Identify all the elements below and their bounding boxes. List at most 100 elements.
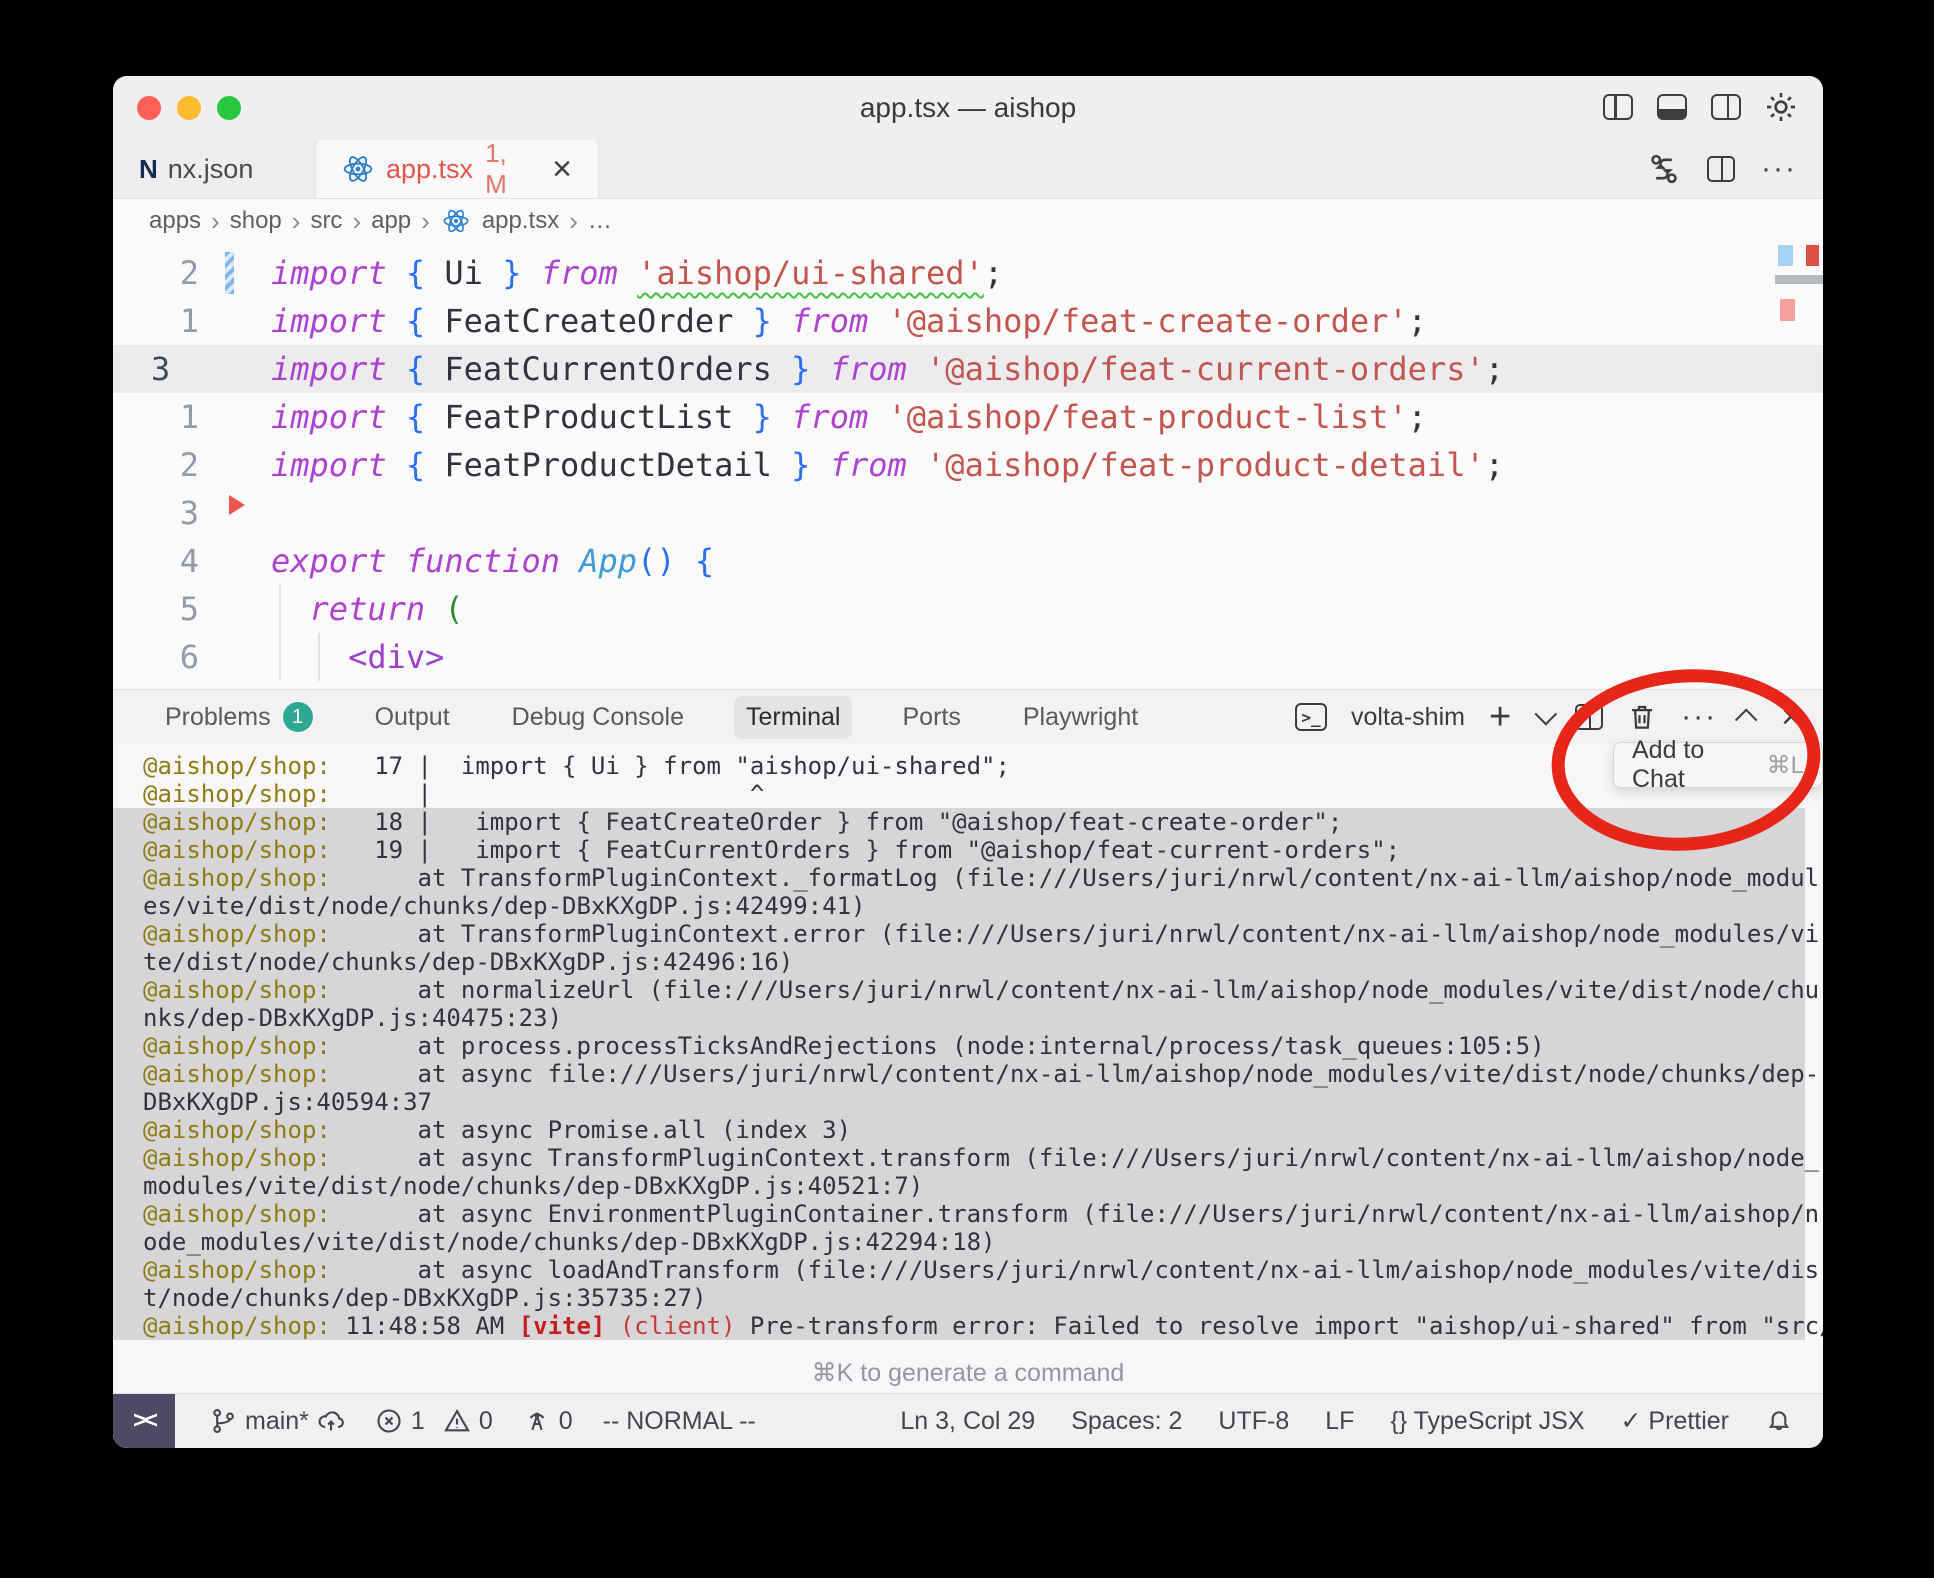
close-panel-icon[interactable]: × — [1781, 700, 1801, 734]
terminal-line[interactable]: modules/vite/dist/node/chunks/dep-DBxKXg… — [113, 1172, 1805, 1200]
terminal-line[interactable]: @aishop/shop: at normalizeUrl (file:///U… — [113, 976, 1805, 1004]
code-line[interactable]: 3import { FeatCurrentOrders } from '@ais… — [113, 345, 1823, 393]
add-to-chat-tooltip[interactable]: Add to Chat ⌘L — [1613, 742, 1823, 788]
terminal-dropdown-icon[interactable] — [1535, 703, 1558, 726]
terminal-line[interactable]: te/dist/node/chunks/dep-DBxKXgDP.js:4249… — [113, 948, 1805, 976]
split-terminal-icon[interactable] — [1575, 704, 1603, 730]
cloud-upload-icon — [317, 1407, 345, 1435]
breadcrumb-item[interactable]: app.tsx — [482, 207, 559, 235]
indentation[interactable]: Spaces: 2 — [1071, 1407, 1182, 1436]
code-line[interactable]: 2import { Ui } from 'aishop/ui-shared'; — [113, 249, 1823, 297]
code-line[interactable]: 4export function App() { — [113, 537, 1823, 585]
tab-label: app.tsx — [386, 154, 473, 185]
line-number[interactable]: 2 — [113, 441, 213, 489]
git-branch-item[interactable]: main* — [209, 1407, 345, 1436]
panel-tab-playwright[interactable]: Playwright — [1011, 696, 1150, 739]
breadcrumb-item[interactable]: app — [371, 207, 411, 235]
editor-actions-more-icon[interactable]: ··· — [1761, 160, 1797, 178]
settings-gear-icon[interactable] — [1765, 91, 1797, 123]
line-number[interactable]: 3 — [113, 345, 213, 393]
title-bar: app.tsx — aishop — [113, 76, 1823, 140]
error-icon — [375, 1407, 403, 1435]
overview-scrollbar[interactable] — [1775, 275, 1823, 284]
code-text: <div> — [213, 633, 444, 681]
code-line[interactable]: 1import { FeatProductList } from '@aisho… — [113, 393, 1823, 441]
line-number[interactable]: 4 — [113, 537, 213, 585]
tab-app-tsx[interactable]: app.tsx 1, M × — [316, 140, 599, 198]
terminal-line[interactable]: t/node/chunks/dep-DBxKXgDP.js:35735:27) — [113, 1284, 1805, 1312]
breadcrumb-item[interactable]: shop — [230, 207, 282, 235]
remote-indicator[interactable]: >< — [113, 1394, 175, 1448]
panel-tab-problems[interactable]: Problems 1 — [153, 695, 325, 739]
breadcrumb-separator-icon: › — [211, 206, 220, 237]
panel-more-actions-icon[interactable]: ··· — [1681, 708, 1717, 726]
terminal-line[interactable]: @aishop/shop: at async file:///Users/jur… — [113, 1060, 1805, 1088]
terminal-line[interactable]: @aishop/shop: at async Promise.all (inde… — [113, 1116, 1805, 1144]
forwarded-ports-count: 0 — [559, 1407, 573, 1436]
kill-terminal-icon[interactable] — [1627, 702, 1657, 732]
terminal-line[interactable]: @aishop/shop: 18 | import { FeatCreateOr… — [113, 808, 1805, 836]
code-editor[interactable]: 2import { Ui } from 'aishop/ui-shared';1… — [113, 243, 1823, 689]
language-mode[interactable]: {} TypeScript JSX — [1390, 1407, 1584, 1436]
encoding[interactable]: UTF-8 — [1218, 1407, 1289, 1436]
toggle-secondary-sidebar-icon[interactable] — [1711, 94, 1741, 120]
add-to-chat-label: Add to Chat — [1632, 736, 1753, 794]
terminal-instance-name[interactable]: volta-shim — [1351, 703, 1465, 732]
terminal-line[interactable]: @aishop/shop: at process.processTicksAnd… — [113, 1032, 1805, 1060]
cursor-position[interactable]: Ln 3, Col 29 — [900, 1407, 1035, 1436]
terminal-line[interactable]: nks/dep-DBxKXgDP.js:40475:23) — [113, 1004, 1805, 1032]
vim-mode-indicator[interactable]: -- NORMAL -- — [603, 1407, 756, 1436]
code-line[interactable]: 3 — [113, 489, 1823, 537]
close-tab-icon[interactable]: × — [552, 152, 572, 186]
breadcrumb-separator-icon: › — [569, 206, 578, 237]
terminal-line[interactable]: @aishop/shop: 19 | import { FeatCurrentO… — [113, 836, 1805, 864]
terminal-line[interactable]: ode_modules/vite/dist/node/chunks/dep-DB… — [113, 1228, 1805, 1256]
terminal-line[interactable]: @aishop/shop: | ^ — [113, 780, 1805, 808]
terminal-line[interactable]: @aishop/shop: 17 | import { Ui } from "a… — [113, 752, 1805, 780]
line-number[interactable]: 2 — [113, 249, 213, 297]
tab-nx-json[interactable]: N nx.json — [113, 140, 316, 198]
terminal-line[interactable]: @aishop/shop: 11:48:58 AM [vite] (client… — [113, 1312, 1805, 1340]
terminal-line[interactable]: DBxKXgDP.js:40594:37 — [113, 1088, 1805, 1116]
status-bar: >< main* 1 0 — [113, 1393, 1823, 1448]
code-line[interactable]: 5 return ( — [113, 585, 1823, 633]
toggle-primary-sidebar-icon[interactable] — [1603, 94, 1633, 120]
panel-tab-output[interactable]: Output — [363, 696, 462, 739]
eol-sequence[interactable]: LF — [1325, 1407, 1354, 1436]
formatter-status[interactable]: ✓ Prettier — [1621, 1406, 1729, 1436]
panel-tab-ports[interactable]: Ports — [890, 696, 972, 739]
terminal-line[interactable]: @aishop/shop: at TransformPluginContext.… — [113, 864, 1805, 892]
code-line[interactable]: 6 <div> — [113, 633, 1823, 681]
breadcrumb-item[interactable]: src — [310, 207, 342, 235]
compare-changes-icon[interactable] — [1647, 152, 1681, 186]
line-number[interactable]: 5 — [113, 585, 213, 633]
terminal-line[interactable]: @aishop/shop: at TransformPluginContext.… — [113, 920, 1805, 948]
code-line[interactable]: 2import { FeatProductDetail } from '@ais… — [113, 441, 1823, 489]
indent-guide — [279, 585, 281, 633]
notifications-bell-icon[interactable] — [1765, 1407, 1793, 1435]
line-number[interactable]: 1 — [113, 393, 213, 441]
broadcast-icon — [523, 1407, 551, 1435]
panel-tab-debug-console[interactable]: Debug Console — [500, 696, 696, 739]
code-line[interactable]: 1import { FeatCreateOrder } from '@aisho… — [113, 297, 1823, 345]
terminal-output[interactable]: @aishop/shop: 17 | import { Ui } from "a… — [113, 744, 1823, 1393]
terminal-line[interactable]: es/vite/dist/node/chunks/dep-DBxKXgDP.js… — [113, 892, 1805, 920]
line-number[interactable]: 1 — [113, 297, 213, 345]
line-number[interactable]: 6 — [113, 633, 213, 681]
ports-status-item[interactable]: 0 — [523, 1407, 573, 1436]
breadcrumb-item[interactable]: apps — [149, 207, 201, 235]
maximize-panel-icon[interactable] — [1735, 709, 1758, 732]
terminal-line[interactable]: @aishop/shop: at async TransformPluginCo… — [113, 1144, 1805, 1172]
new-terminal-icon[interactable]: + — [1489, 698, 1511, 736]
split-editor-icon[interactable] — [1707, 156, 1735, 182]
indent-guide — [318, 633, 320, 681]
breadcrumb-item[interactable]: … — [588, 207, 612, 235]
problems-status-item[interactable]: 1 0 — [375, 1407, 493, 1436]
terminal-line[interactable]: @aishop/shop: at async EnvironmentPlugin… — [113, 1200, 1805, 1228]
toggle-panel-icon[interactable] — [1657, 94, 1687, 120]
vscode-window: app.tsx — aishop N nx.json — [113, 76, 1823, 1448]
breadcrumb-separator-icon: › — [352, 206, 361, 237]
line-number[interactable]: 3 — [113, 489, 213, 537]
panel-tab-terminal[interactable]: Terminal — [734, 696, 852, 739]
terminal-line[interactable]: @aishop/shop: at async loadAndTransform … — [113, 1256, 1805, 1284]
